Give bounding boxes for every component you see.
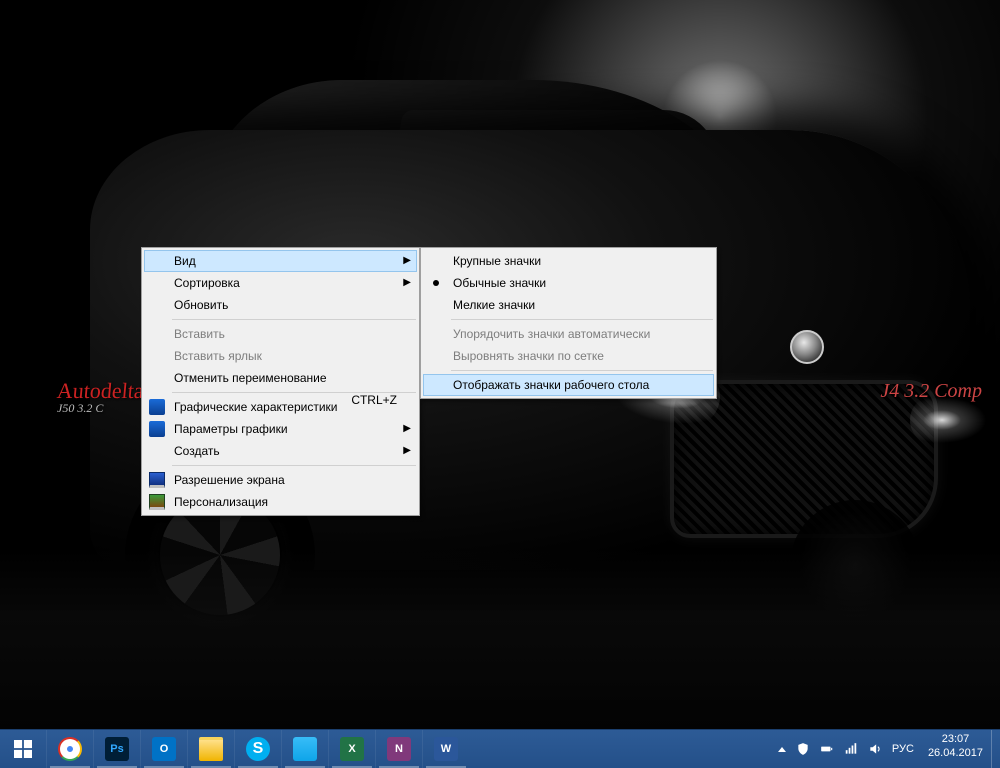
menu-separator [451, 370, 713, 371]
menu-item-label: Мелкие значки [453, 298, 535, 312]
decal-left-line1: Autodelta [56, 380, 145, 402]
menu-item-label: Крупные значки [453, 254, 541, 268]
taskbar-app-onenote[interactable]: N [375, 730, 422, 768]
wallpaper-decal-left: Autodelta J50 3.2 C [57, 380, 144, 414]
menu-item-label: Вставить [174, 327, 225, 341]
language-indicator[interactable]: РУС [892, 743, 914, 755]
onenote-icon: N [387, 737, 411, 761]
show-desktop-button[interactable] [991, 730, 1000, 768]
menu-item-label: Разрешение экрана [174, 473, 285, 487]
menu-item-screen-resolution[interactable]: Разрешение экрана [144, 469, 417, 491]
clock-time: 23:07 [928, 733, 983, 747]
taskbar-app-chrome[interactable] [46, 730, 93, 768]
system-tray: РУС [768, 730, 920, 768]
menu-item-paste-shortcut: Вставить ярлык [144, 345, 417, 367]
menu-item-label: Вид [174, 254, 196, 268]
network-icon[interactable] [844, 742, 858, 756]
submenu-arrow-icon: ▶ [403, 440, 411, 462]
taskbar-app-skype[interactable]: S [234, 730, 281, 768]
taskbar-app-excel[interactable]: X [328, 730, 375, 768]
menu-item-gfx-params[interactable]: Параметры графики ▶ [144, 418, 417, 440]
taskbar-app-photoshop[interactable]: Ps [93, 730, 140, 768]
view-submenu: Крупные значки Обычные значки Мелкие зна… [420, 247, 717, 399]
skype-icon: S [246, 737, 270, 761]
image-viewer-icon [293, 737, 317, 761]
taskbar-spacer [469, 730, 768, 768]
menu-item-label: Персонализация [174, 495, 268, 509]
submenu-item-show-desktop-icons[interactable]: Отображать значки рабочего стола [423, 374, 714, 396]
chrome-icon [58, 737, 82, 761]
wallpaper-decal-right: J4 3.2 Comp [880, 380, 982, 403]
word-icon: W [434, 737, 458, 761]
menu-item-gfx-characteristics[interactable]: Графические характеристики [144, 396, 417, 418]
submenu-item-small-icons[interactable]: Мелкие значки [423, 294, 714, 316]
taskbar-apps: Ps O S X N W [46, 730, 469, 768]
outlook-icon: O [152, 737, 176, 761]
radio-selected-icon [427, 274, 445, 292]
menu-item-view[interactable]: Вид ▶ [144, 250, 417, 272]
menu-item-label: Обновить [174, 298, 228, 312]
submenu-item-align-grid[interactable]: Выровнять значки по сетке [423, 345, 714, 367]
submenu-item-large-icons[interactable]: Крупные значки [423, 250, 714, 272]
menu-item-label: Упорядочить значки автоматически [453, 327, 650, 341]
monitor-icon [148, 471, 166, 489]
taskbar: Ps O S X N W РУС 23:07 26.04. [0, 729, 1000, 768]
battery-icon[interactable] [820, 742, 834, 756]
desktop-context-menu: Вид ▶ Сортировка ▶ Обновить Вставить Вст… [141, 247, 420, 516]
clock-date: 26.04.2017 [928, 747, 983, 761]
submenu-item-medium-icons[interactable]: Обычные значки [423, 272, 714, 294]
menu-item-label: Создать [174, 444, 220, 458]
menu-item-label: Выровнять значки по сетке [453, 349, 604, 363]
volume-icon[interactable] [868, 742, 882, 756]
taskbar-clock[interactable]: 23:07 26.04.2017 [920, 730, 991, 768]
menu-item-label: Графические характеристики [174, 400, 337, 414]
menu-separator [172, 465, 416, 466]
taskbar-app-word[interactable]: W [422, 730, 469, 768]
menu-item-label: Обычные значки [453, 276, 546, 290]
tray-overflow-icon[interactable] [778, 747, 786, 752]
taskbar-app-explorer[interactable] [187, 730, 234, 768]
menu-item-personalization[interactable]: Персонализация [144, 491, 417, 513]
photoshop-icon: Ps [105, 737, 129, 761]
menu-item-undo-rename[interactable]: Отменить переименование CTRL+Z [144, 367, 417, 389]
menu-item-create[interactable]: Создать ▶ [144, 440, 417, 462]
submenu-arrow-icon: ▶ [403, 251, 411, 271]
floor-reflection [0, 550, 1000, 730]
personalization-icon [148, 493, 166, 511]
menu-item-refresh[interactable]: Обновить [144, 294, 417, 316]
folder-icon [199, 737, 223, 761]
menu-item-label: Отображать значки рабочего стола [453, 378, 649, 392]
submenu-arrow-icon: ▶ [403, 418, 411, 440]
menu-item-label: Параметры графики [174, 422, 288, 436]
taskbar-app-outlook[interactable]: O [140, 730, 187, 768]
menu-item-sort[interactable]: Сортировка ▶ [144, 272, 417, 294]
submenu-arrow-icon: ▶ [403, 272, 411, 294]
intel-icon [148, 420, 166, 438]
submenu-item-auto-arrange[interactable]: Упорядочить значки автоматически [423, 323, 714, 345]
menu-separator [451, 319, 713, 320]
windows-logo-icon [14, 740, 32, 758]
taskbar-app-image-viewer[interactable] [281, 730, 328, 768]
desktop[interactable]: Autodelta J50 3.2 C J4 3.2 Comp Вид ▶ Со… [0, 0, 1000, 730]
menu-item-paste: Вставить [144, 323, 417, 345]
menu-item-label: Вставить ярлык [174, 349, 262, 363]
decal-left-line2: J50 3.2 C [57, 402, 144, 414]
excel-icon: X [340, 737, 364, 761]
menu-item-label: Отменить переименование [174, 371, 327, 385]
menu-item-label: Сортировка [174, 276, 240, 290]
menu-separator [172, 319, 416, 320]
security-icon[interactable] [796, 742, 810, 756]
start-button[interactable] [0, 730, 46, 768]
intel-icon [148, 398, 166, 416]
